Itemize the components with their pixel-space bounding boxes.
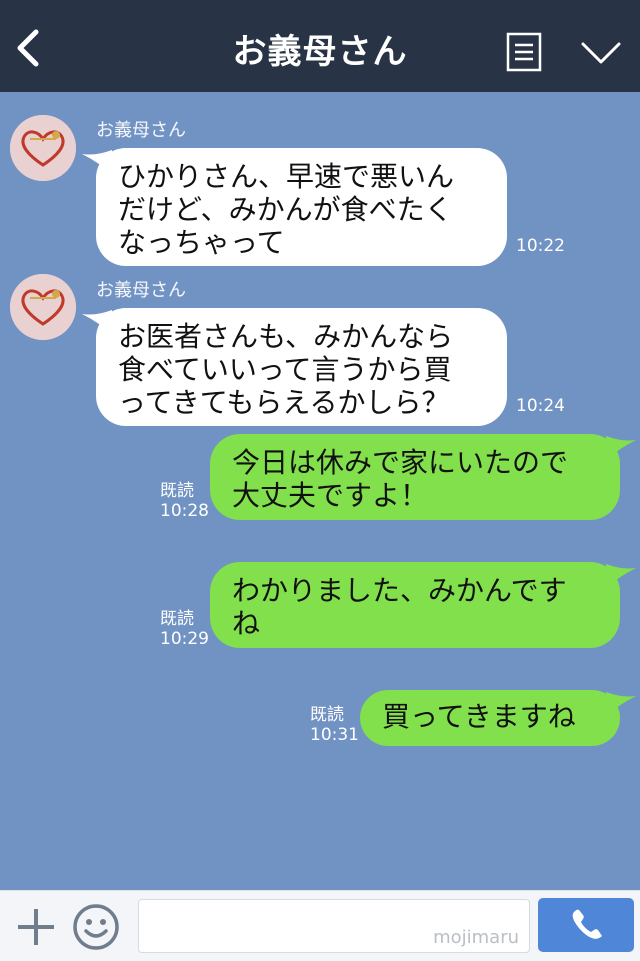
avatar[interactable]	[10, 274, 76, 340]
bubble-tail	[606, 564, 636, 588]
emoji-button[interactable]	[72, 903, 120, 951]
plus-icon	[18, 909, 54, 945]
menu-icon	[506, 32, 542, 72]
message-time: 10:24	[516, 396, 565, 416]
sender-name: お義母さん	[96, 120, 186, 141]
read-receipt: 既読	[160, 609, 194, 629]
bubble-tail	[606, 436, 636, 460]
message-time: 10:28	[160, 501, 209, 521]
message-line: お医者さんも、みかんなら	[118, 320, 454, 353]
chat-title: お義母さん	[232, 32, 408, 72]
chat-header: お義母さん	[0, 0, 640, 92]
message-bubble[interactable]: 買ってきますね	[360, 690, 620, 746]
bubble-tail	[606, 692, 636, 716]
read-receipt: 既読	[310, 705, 344, 725]
message-line: ってきてもらえるかしら？	[118, 386, 450, 419]
message-time: 10:29	[160, 629, 209, 649]
message-time: 10:22	[516, 236, 565, 256]
message-bubble[interactable]: 今日は休みで家にいたので 大丈夫ですよ！	[210, 434, 620, 520]
heart-bracelet-avatar-icon	[10, 274, 76, 340]
message-bubble[interactable]: わかりました、みかんです ね	[210, 562, 620, 648]
message-line: わかりました、みかんです	[232, 574, 567, 607]
message-bubble[interactable]: ひかりさん、早速で悪いん だけど、みかんが食べたく なっちゃって	[96, 148, 507, 266]
chevron-down-icon	[581, 42, 621, 64]
message-line: 買ってきますね	[382, 700, 576, 733]
message-line: ね	[232, 607, 261, 640]
read-receipt: 既読	[160, 481, 194, 501]
message-line: 今日は休みで家にいたので	[232, 446, 569, 479]
input-bar: mojimaru	[0, 890, 640, 961]
message-line: 食べていいって言うから買	[118, 353, 452, 386]
message-line: 大丈夫ですよ！	[232, 479, 429, 512]
watermark: mojimaru	[433, 927, 519, 948]
phone-icon	[572, 909, 602, 939]
menu-button[interactable]	[506, 32, 542, 72]
message-time: 10:31	[310, 725, 359, 745]
collapse-button[interactable]	[580, 40, 622, 66]
message-bubble[interactable]: お医者さんも、みかんなら 食べていいって言うから買 ってきてもらえるかしら？	[96, 308, 507, 426]
message-line: なっちゃって	[118, 226, 285, 259]
call-button[interactable]	[538, 898, 634, 952]
message-line: ひかりさん、早速で悪いん	[118, 160, 455, 193]
emoji-icon	[73, 904, 119, 950]
add-button[interactable]	[14, 905, 58, 949]
sender-name: お義母さん	[96, 280, 186, 301]
message-line: だけど、みかんが食べたく	[118, 193, 453, 226]
message-input[interactable]: mojimaru	[138, 899, 530, 953]
avatar[interactable]	[10, 115, 76, 181]
heart-bracelet-avatar-icon	[10, 115, 76, 181]
